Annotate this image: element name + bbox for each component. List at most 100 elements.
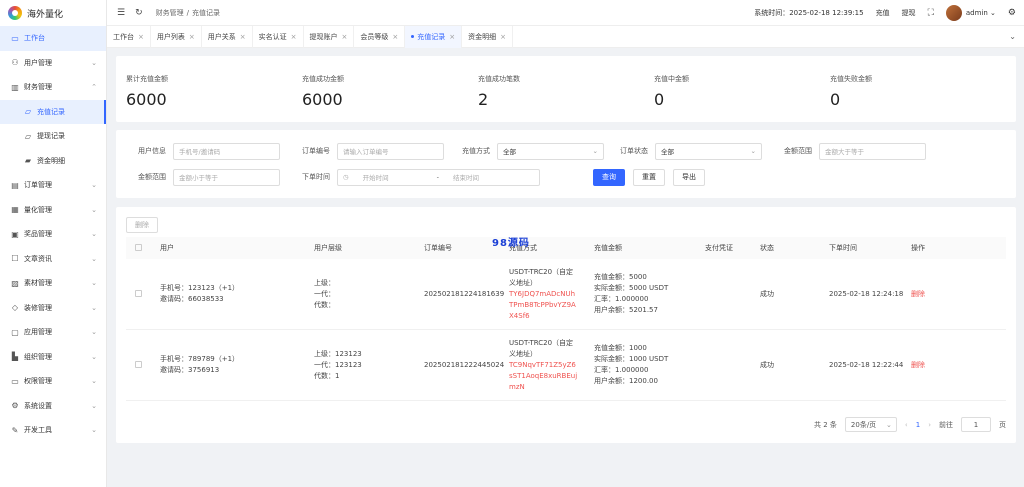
app-icon: ▢ (11, 327, 19, 337)
tab-withdraw-accounts[interactable]: 提现账户 × (304, 25, 355, 48)
tab-real-name[interactable]: 实名认证 × (253, 25, 304, 48)
pagination: 共 2 条 20条/页 ⌄ ‹ 1 › 前往 1 页 (806, 417, 1006, 432)
user-cell: 手机号：123123（+1） 邀请码：66038533 (160, 284, 240, 303)
sidebar-item-users[interactable]: ⚇ 用户管理 ⌄ (0, 51, 106, 76)
grid-icon: ▦ (11, 205, 19, 215)
breadcrumb-current: 充值记录 (191, 8, 220, 17)
row-delete-button[interactable]: 删除 (907, 360, 947, 370)
method-select[interactable]: 全部 ⌄ (497, 142, 604, 160)
sidebar-item-settings[interactable]: ⚙ 系统设置 ⌄ (0, 394, 106, 419)
filter-form: 用户信息 手机号/邀请码 订单编号 请输入订单编号 充值方式 全部 ⌄ 订单状态 … (116, 130, 1016, 198)
sidebar-item-fund-details[interactable]: ▰ 资金明细 (0, 149, 106, 174)
refresh-icon[interactable]: ↻ (135, 8, 143, 18)
topbar: ☰ ↻ 财务管理 / 充值记录 系统时间：2025-02-18 12:39:15 充… (107, 0, 1024, 26)
page-number-current[interactable]: 1 (916, 421, 920, 429)
sidebar-item-apps[interactable]: ▢ 应用管理 ⌄ (0, 320, 106, 345)
sidebar-item-materials[interactable]: ▨ 素材管理 ⌄ (0, 271, 106, 296)
end-time-input[interactable]: 结束时间 (453, 172, 479, 182)
tab-fund-details[interactable]: 资金明细 × (462, 25, 513, 48)
avatar[interactable] (945, 4, 962, 21)
goto-page-input[interactable]: 1 (961, 417, 991, 432)
close-icon[interactable]: × (291, 33, 297, 41)
date-range-picker[interactable]: ◷ 开始时间 - 结束时间 (337, 168, 540, 186)
method-label: 充值方式 (462, 147, 490, 155)
stat-total-recharge: 累计充值金额 6000 (126, 75, 168, 109)
key-icon: ▭ (11, 376, 19, 386)
page-size-select[interactable]: 20条/页 ⌄ (844, 417, 897, 432)
tab-dashboard[interactable]: 工作台 × (107, 25, 151, 48)
page-unit-label: 页 (999, 420, 1006, 429)
sidebar: 海外量化 ▭ 工作台 ⚇ 用户管理 ⌄ ▥ 财务管理 ⌃ ▱ 充值记录 ▱ 提现记录 ▰ 资金明… (0, 0, 107, 487)
breadcrumb: 财务管理 / 充值记录 (155, 8, 220, 17)
sidebar-item-decoration[interactable]: ◇ 装修管理 ⌄ (0, 296, 106, 321)
order-no-label: 订单编号 (302, 147, 330, 155)
tab-user-relations[interactable]: 用户关系 × (202, 25, 253, 48)
sidebar-item-quant[interactable]: ▦ 量化管理 ⌄ (0, 198, 106, 223)
level-cell: 上级：123123 一代：123123 代数：1 (314, 349, 362, 380)
tab-member-levels[interactable]: 会员等级 × (354, 25, 406, 48)
active-dot (411, 35, 415, 38)
amount-min-input[interactable]: 金额大于等于 (819, 142, 926, 160)
tab-user-list[interactable]: 用户列表 × (151, 25, 202, 48)
tab-recharge-records[interactable]: 充值记录 × (405, 25, 463, 48)
status-cell: 成功 (760, 361, 774, 369)
menu-toggle-icon[interactable]: ☰ (117, 8, 125, 18)
close-icon[interactable]: × (449, 33, 455, 41)
sidebar-item-recharge-records[interactable]: ▱ 充值记录 (0, 99, 106, 124)
watermark: 98源码 (492, 238, 530, 249)
user-menu[interactable]: admin ⌄ (966, 9, 996, 17)
order-no-input[interactable]: 请输入订单编号 (337, 142, 444, 160)
sidebar-item-organization[interactable]: ▙ 组织管理 ⌄ (0, 345, 106, 370)
app-logo[interactable]: 海外量化 (0, 0, 106, 26)
bulk-delete-button[interactable]: 删除 (126, 217, 158, 233)
level-cell: 上级： 一代： 代数： (314, 278, 335, 309)
stat-pending-amount: 充值中金额 0 (654, 75, 689, 109)
close-icon[interactable]: × (240, 33, 246, 41)
chevron-down-icon[interactable]: ⌄ (1009, 32, 1016, 41)
start-time-input[interactable]: 开始时间 (363, 172, 423, 182)
fullscreen-icon[interactable]: ⛶ (928, 8, 934, 18)
gift-icon: ▣ (11, 229, 19, 239)
settings-gear-icon[interactable]: ⚙ (1008, 8, 1016, 18)
breadcrumb-parent[interactable]: 财务管理 (156, 9, 184, 17)
row-checkbox[interactable] (135, 360, 142, 368)
next-page-icon[interactable]: › (928, 421, 931, 429)
sidebar-item-prizes[interactable]: ▣ 奖品管理 ⌄ (0, 222, 106, 247)
sidebar-item-dashboard[interactable]: ▭ 工作台 (0, 26, 106, 51)
chevron-down-icon: ⌄ (750, 147, 756, 155)
close-icon[interactable]: × (500, 33, 506, 41)
close-icon[interactable]: × (392, 33, 398, 41)
tool-icon: ✎ (11, 425, 19, 435)
sidebar-item-withdraw-records[interactable]: ▱ 提现记录 (0, 124, 106, 149)
close-icon[interactable]: × (342, 33, 348, 41)
close-icon[interactable]: × (189, 33, 195, 41)
row-checkbox[interactable] (135, 289, 142, 297)
withdraw-link[interactable]: 提现 (902, 8, 916, 18)
close-icon[interactable]: × (138, 33, 144, 41)
select-all-checkbox[interactable] (135, 243, 142, 251)
search-button[interactable]: 查询 (593, 168, 625, 186)
article-icon: ☐ (11, 254, 19, 264)
row-delete-button[interactable]: 删除 (907, 289, 947, 299)
chevron-down-icon: ⌄ (91, 426, 97, 435)
chevron-down-icon: ⌄ (91, 377, 97, 386)
chevron-up-icon: ⌃ (91, 83, 97, 92)
system-time: 系统时间：2025-02-18 12:39:15 (754, 8, 864, 17)
chevron-down-icon: ⌄ (91, 58, 97, 67)
user-info-input[interactable]: 手机号/邀请码 (173, 142, 280, 160)
reset-button[interactable]: 重置 (633, 168, 665, 186)
amount-max-input[interactable]: 金额小于等于 (173, 168, 280, 186)
sidebar-item-articles[interactable]: ☐ 文章资讯 ⌄ (0, 247, 106, 272)
status-select[interactable]: 全部 ⌄ (655, 142, 762, 160)
recharge-link[interactable]: 充值 (876, 8, 890, 18)
export-button[interactable]: 导出 (673, 168, 705, 186)
chevron-down-icon: ⌄ (592, 147, 598, 155)
sidebar-item-permissions[interactable]: ▭ 权限管理 ⌄ (0, 369, 106, 394)
prev-page-icon[interactable]: ‹ (905, 421, 908, 429)
sidebar-item-finance[interactable]: ▥ 财务管理 ⌃ (0, 75, 106, 100)
stats-card: 累计充值金额 6000 充值成功金额 6000 充值成功笔数 2 充值中金额 0 充值失… (116, 56, 1016, 122)
sidebar-item-orders[interactable]: ▤ 订单管理 ⌄ (0, 173, 106, 198)
chevron-down-icon: ⌄ (91, 230, 97, 239)
folder-icon: ▱ (24, 107, 32, 117)
sidebar-item-dev-tools[interactable]: ✎ 开发工具 ⌄ (0, 418, 106, 443)
